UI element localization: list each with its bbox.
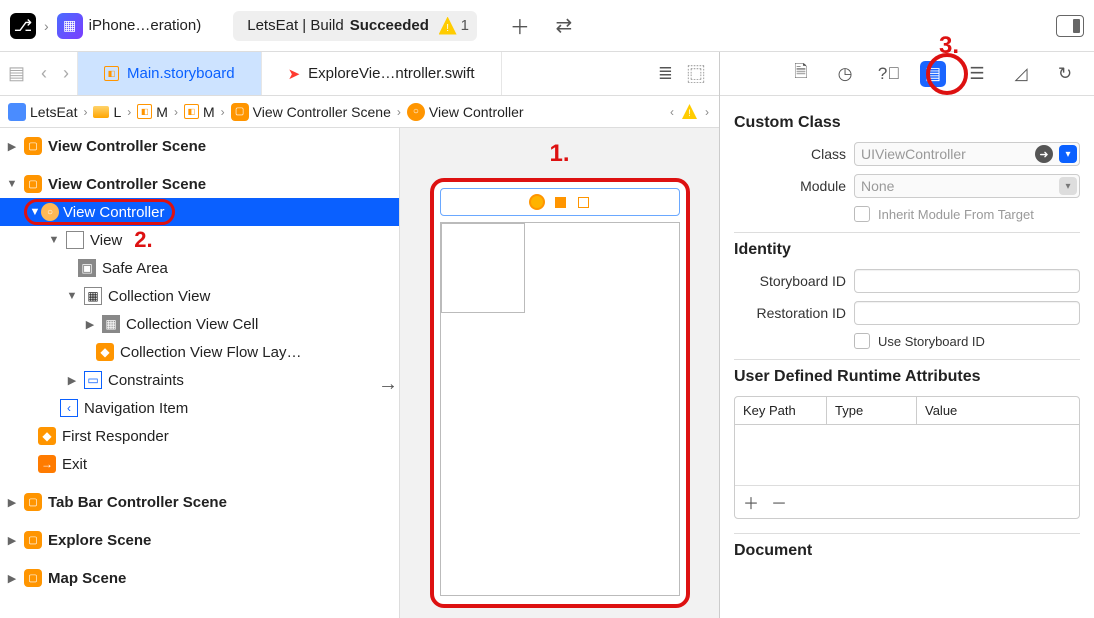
navitem-icon: ‹ bbox=[60, 399, 78, 417]
col-value[interactable]: Value bbox=[917, 397, 1079, 424]
document-outline[interactable]: ▶▢View Controller Scene ▼▢View Controlle… bbox=[0, 128, 400, 618]
collection-cell-prototype[interactable] bbox=[441, 223, 525, 313]
project-icon bbox=[8, 103, 26, 121]
github-icon: ⎇ bbox=[10, 13, 36, 39]
add-tab-icon[interactable]: ＋ bbox=[509, 11, 531, 40]
inspector-tab-bar: 🗎 ◷ ?⃝ ▤ ☰ ◿ ↻ bbox=[720, 52, 1094, 96]
add-editor-icon[interactable]: ⿴ bbox=[687, 61, 705, 87]
warning-count[interactable]: ! 1 bbox=[439, 17, 469, 35]
warning-icon: ! bbox=[439, 17, 457, 35]
flowlayout-icon: ◆ bbox=[96, 343, 114, 361]
exit-dock-icon[interactable] bbox=[578, 197, 589, 208]
editor-options-icon[interactable]: ≣ bbox=[658, 63, 673, 84]
safearea-icon: ▣ bbox=[78, 259, 96, 277]
vc-dock-icon[interactable] bbox=[531, 196, 543, 208]
checkbox-icon[interactable] bbox=[854, 333, 870, 349]
class-dropdown-icon[interactable]: ▾ bbox=[1059, 145, 1077, 163]
storyboard-icon: ◧ bbox=[137, 104, 152, 119]
related-items-icon[interactable]: ▤ bbox=[8, 63, 25, 84]
status-result: Succeeded bbox=[350, 17, 429, 34]
restoration-id-label: Restoration ID bbox=[734, 305, 846, 321]
nav-back-icon[interactable]: ‹ bbox=[41, 63, 47, 84]
class-label: Class bbox=[734, 146, 846, 162]
history-inspector-icon[interactable]: ◷ bbox=[832, 61, 858, 87]
checkbox-icon[interactable] bbox=[854, 206, 870, 222]
section-identity: Identity bbox=[734, 241, 1080, 259]
tab-explore-swift[interactable]: ➤ ExploreVie…ntroller.swift bbox=[262, 52, 502, 95]
inherit-module-checkbox[interactable]: Inherit Module From Target bbox=[854, 206, 1080, 222]
annotation-1: 1. bbox=[549, 140, 569, 168]
view-controller-canvas[interactable] bbox=[430, 178, 690, 608]
chevron-right-icon: › bbox=[42, 18, 51, 34]
storyboard-icon: ◧ bbox=[184, 104, 199, 119]
size-inspector-icon[interactable]: ◿ bbox=[1008, 61, 1034, 87]
col-keypath[interactable]: Key Path bbox=[735, 397, 827, 424]
storyboard-file-icon: ◧ bbox=[104, 66, 119, 81]
outline-view-controller[interactable]: ▼ ○ View Controller bbox=[0, 198, 399, 226]
folder-icon bbox=[93, 106, 109, 118]
firstresponder-icon: ◆ bbox=[38, 427, 56, 445]
scheme-target[interactable]: ⎇ › ▦ iPhone…eration) bbox=[10, 13, 201, 39]
status-prefix: LetsEat | Build bbox=[247, 17, 343, 34]
swift-file-icon: ➤ bbox=[288, 65, 301, 83]
nav-fwd-icon[interactable]: › bbox=[63, 63, 69, 84]
collectionview-icon: ▦ bbox=[84, 287, 102, 305]
toolbar: ⎇ › ▦ iPhone…eration) LetsEat | Build Su… bbox=[0, 0, 1094, 52]
help-inspector-icon[interactable]: ?⃝ bbox=[876, 61, 902, 87]
module-field[interactable]: None ▾ bbox=[854, 174, 1080, 198]
scene-icon: ▢ bbox=[24, 531, 42, 549]
storyboard-id-label: Storyboard ID bbox=[734, 273, 846, 289]
annotation-2: 2. bbox=[134, 227, 152, 253]
exit-icon: → bbox=[38, 455, 56, 473]
scene-dock[interactable] bbox=[440, 188, 680, 216]
app-icon: ▦ bbox=[57, 13, 83, 39]
scene-icon: ▢ bbox=[24, 493, 42, 511]
inspector-panel: 3. 🗎 ◷ ?⃝ ▤ ☰ ◿ ↻ Custom Class Class UIV… bbox=[720, 52, 1094, 618]
toolbar-actions: ＋ ⇄ bbox=[509, 11, 575, 40]
restoration-id-input[interactable] bbox=[854, 301, 1080, 325]
section-runtime-attrs: User Defined Runtime Attributes bbox=[734, 368, 1080, 386]
storyboard-id-input[interactable] bbox=[854, 269, 1080, 293]
root-view[interactable] bbox=[440, 222, 680, 596]
vc-icon: ○ bbox=[41, 203, 59, 221]
code-review-icon[interactable]: ⇄ bbox=[553, 13, 575, 38]
run-destination[interactable]: iPhone…eration) bbox=[89, 17, 202, 34]
tab-main-storyboard[interactable]: ◧ Main.storyboard bbox=[78, 52, 262, 95]
connections-inspector-icon[interactable]: ↻ bbox=[1052, 61, 1078, 87]
jump-to-class-icon[interactable]: ➜ bbox=[1035, 145, 1053, 163]
segue-arrow-icon: → bbox=[378, 373, 398, 396]
scene-icon: ▢ bbox=[24, 137, 42, 155]
vc-icon: ○ bbox=[407, 103, 425, 121]
use-storyboard-id-checkbox[interactable]: Use Storyboard ID bbox=[854, 333, 1080, 349]
section-custom-class: Custom Class bbox=[734, 114, 1080, 132]
runtime-attributes-table[interactable]: Key Path Type Value ＋ － bbox=[734, 396, 1080, 519]
file-inspector-icon[interactable]: 🗎 bbox=[788, 61, 814, 87]
module-dropdown-icon[interactable]: ▾ bbox=[1059, 177, 1077, 195]
scene-icon: ▢ bbox=[24, 569, 42, 587]
annotation-circle-3 bbox=[926, 53, 968, 95]
next-issue-icon[interactable]: › bbox=[703, 105, 711, 119]
remove-attr-icon[interactable]: － bbox=[771, 490, 787, 514]
section-document: Document bbox=[734, 542, 1080, 560]
warning-icon[interactable]: ! bbox=[682, 104, 697, 119]
firstresponder-dock-icon[interactable] bbox=[555, 197, 566, 208]
toggle-right-panel[interactable] bbox=[1056, 15, 1084, 37]
scene-icon: ▢ bbox=[24, 175, 42, 193]
col-type[interactable]: Type bbox=[827, 397, 917, 424]
constraints-icon: ▭ bbox=[84, 371, 102, 389]
module-label: Module bbox=[734, 178, 846, 194]
class-field[interactable]: UIViewController ➜ ▾ bbox=[854, 142, 1080, 166]
scene-icon: ▢ bbox=[231, 103, 249, 121]
view-icon bbox=[66, 231, 84, 249]
add-attr-icon[interactable]: ＋ bbox=[743, 490, 759, 514]
prev-issue-icon[interactable]: ‹ bbox=[668, 105, 676, 119]
jump-bar[interactable]: LetsEat› L› ◧ M› ◧ M› ▢ View Controller … bbox=[0, 96, 719, 128]
interface-builder-canvas[interactable]: 1. → bbox=[400, 128, 719, 618]
cell-icon: ▦ bbox=[102, 315, 120, 333]
activity-status[interactable]: LetsEat | Build Succeeded ! 1 bbox=[233, 11, 477, 41]
editor-tabbar: ▤ ‹ › ◧ Main.storyboard ➤ ExploreVie…ntr… bbox=[0, 52, 719, 96]
